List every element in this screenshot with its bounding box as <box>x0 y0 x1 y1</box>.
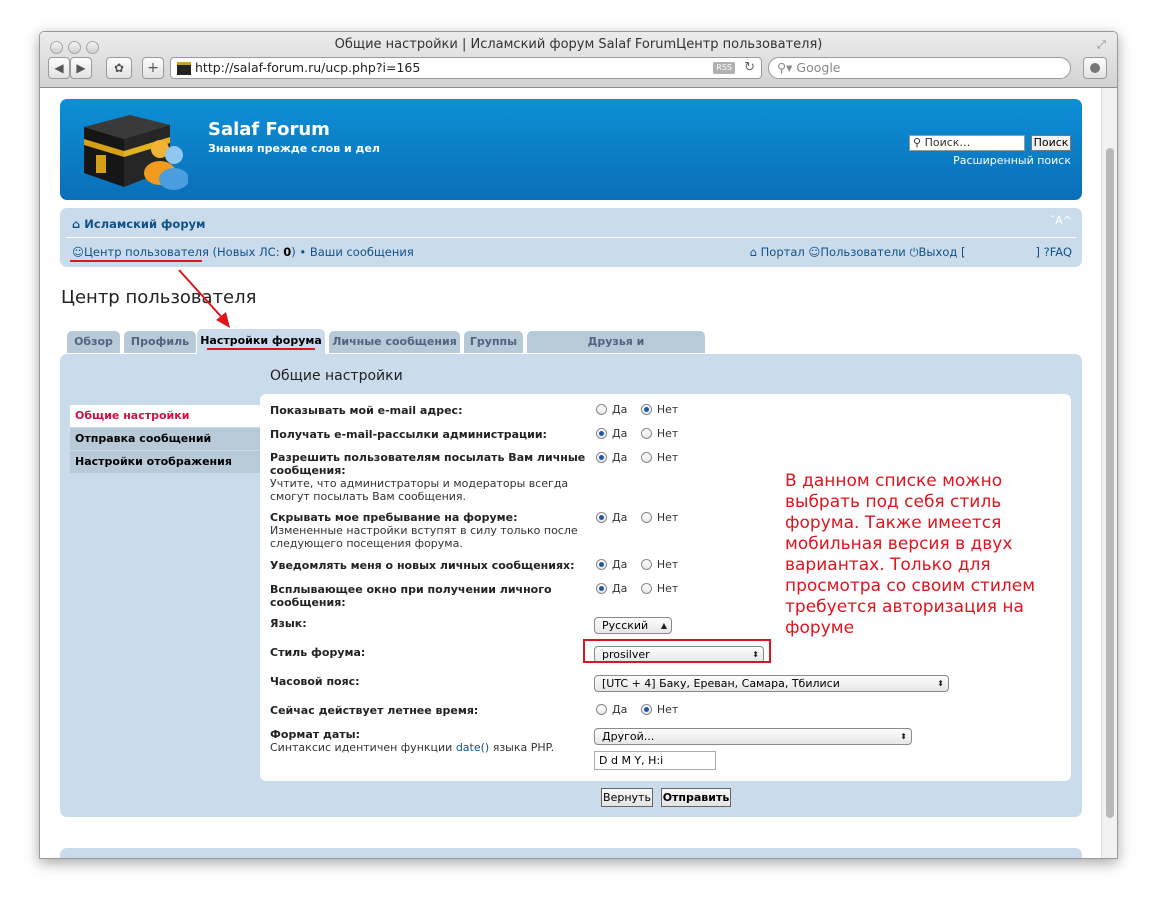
annotation-line: В данном списке можно <box>785 471 1003 491</box>
annotation-line: форуме <box>785 618 855 638</box>
annotation-line: мобильная версия в двух <box>785 534 1013 554</box>
annotation-style-highlight <box>583 639 771 663</box>
annotation-line: выбрать под себя стиль <box>785 492 1002 512</box>
annotation-line: вариантах. Только для <box>785 555 991 575</box>
annotation-line: требуется авторизация на <box>785 597 1024 617</box>
annotation-line: форума. Также имеется <box>785 513 1002 533</box>
annotation-arrow <box>178 269 230 328</box>
annotation-text: В данном списке можно выбрать под себя с… <box>785 471 1055 639</box>
annotation-line: просмотра со своим стилем <box>785 576 1036 596</box>
